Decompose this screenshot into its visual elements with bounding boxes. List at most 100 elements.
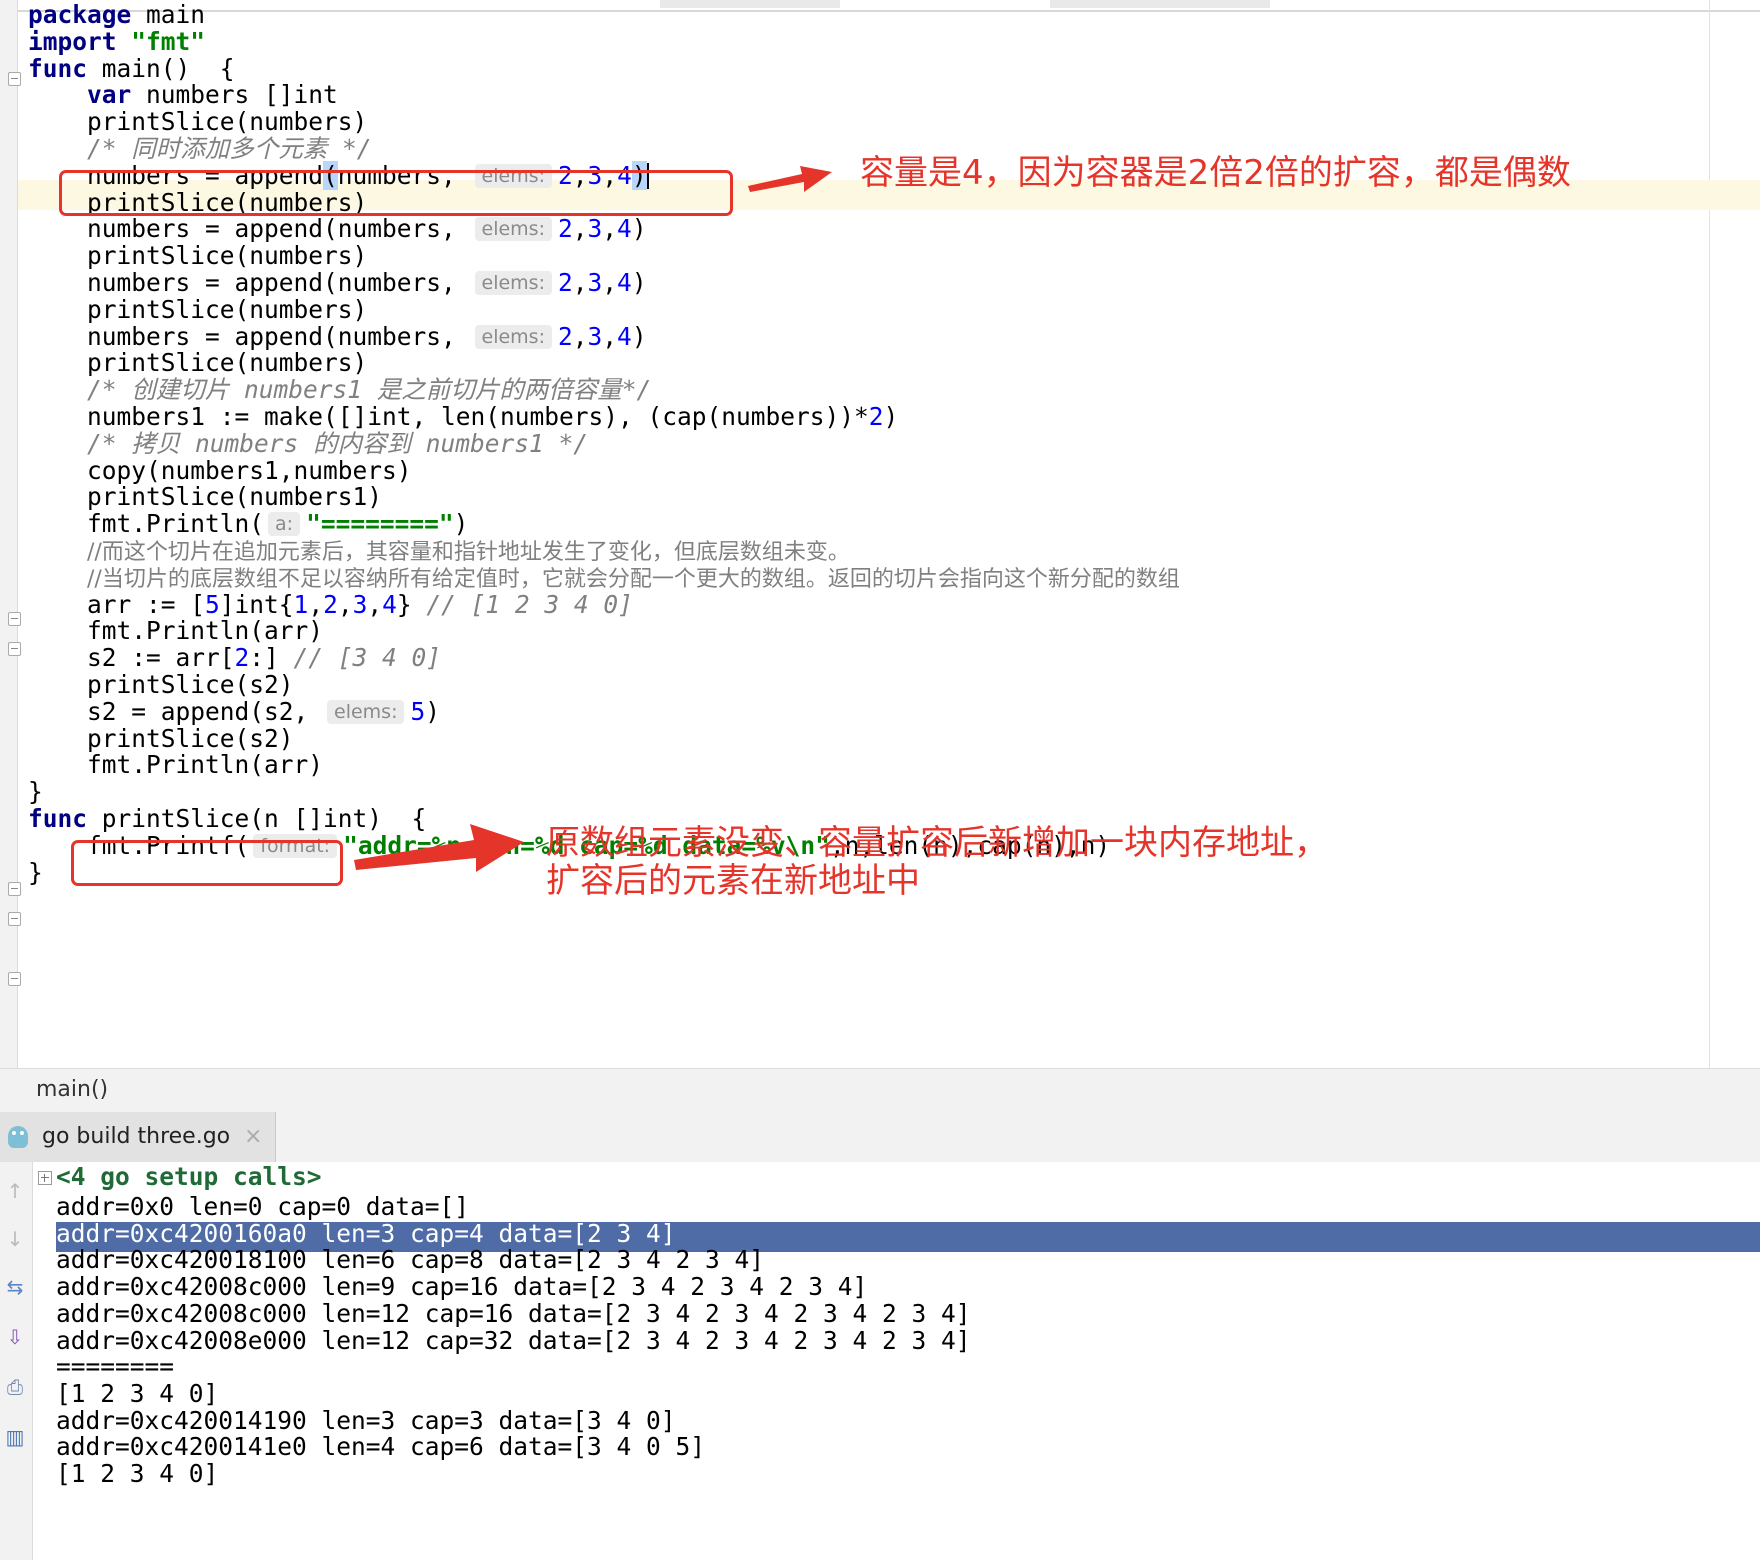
console-toolbar: ↑ ↓ ⇆ ⇩ ⎙ ▥ bbox=[0, 1162, 33, 1560]
print-icon[interactable]: ⎙ bbox=[4, 1376, 26, 1398]
setup-calls-toggle[interactable]: <4 go setup calls> bbox=[56, 1162, 322, 1192]
code-token: fmt.Println( bbox=[28, 509, 265, 539]
console-line[interactable]: addr=0xc420014190 len=3 cap=3 data=[3 4 … bbox=[56, 1406, 676, 1436]
code-editor[interactable]: package main import "fmt" func main() { va… bbox=[0, 0, 1760, 1068]
code-line[interactable]: printSlice(s2) bbox=[28, 670, 294, 700]
code-line[interactable]: printSlice(numbers) bbox=[28, 348, 367, 378]
code-line[interactable]: /* 拷贝 numbers 的内容到 numbers1 */ bbox=[28, 429, 588, 459]
code-token: "========" bbox=[306, 509, 454, 539]
code-token: , bbox=[308, 589, 324, 619]
code-token: :] bbox=[249, 643, 294, 673]
code-token: } bbox=[396, 589, 427, 619]
code-line[interactable]: copy(numbers1,numbers) bbox=[28, 456, 412, 486]
down-arrow-icon[interactable]: ↓ bbox=[4, 1228, 26, 1250]
code-token: func bbox=[28, 53, 88, 83]
code-line[interactable]: /* 同时添加多个元素 */ bbox=[28, 134, 372, 164]
code-line[interactable]: printSlice(s2) bbox=[28, 724, 294, 754]
fold-marker-icon[interactable] bbox=[8, 72, 21, 86]
code-line[interactable]: printSlice(numbers) bbox=[28, 241, 367, 271]
code-line[interactable]: s2 = append(s2, elems: 5) bbox=[28, 697, 440, 727]
code-line[interactable]: arr := [5]int{1,2,3,4} // [1 2 3 4 0] bbox=[28, 590, 633, 620]
trash-icon[interactable]: ▥ bbox=[4, 1426, 26, 1448]
close-icon[interactable]: × bbox=[244, 1124, 262, 1149]
code-line[interactable]: numbers = append(numbers, elems: 2,3,4) bbox=[28, 322, 647, 352]
code-token: ) bbox=[453, 509, 469, 539]
code-line[interactable]: //而这个切片在追加元素后，其容量和指针地址发生了变化，但底层数组未变。 bbox=[28, 536, 850, 566]
code-line[interactable]: /* 创建切片 numbers1 是之前切片的两倍容量*/ bbox=[28, 375, 651, 405]
console-line[interactable]: ======== bbox=[56, 1352, 174, 1382]
code-token: var bbox=[87, 80, 132, 110]
code-line[interactable]: fmt.Println(arr) bbox=[28, 750, 323, 780]
console-line[interactable]: addr=0xc42008c000 len=12 cap=16 data=[2 … bbox=[56, 1299, 971, 1329]
breadcrumb[interactable]: main() bbox=[0, 1068, 1760, 1114]
fold-marker-icon[interactable] bbox=[8, 612, 21, 626]
code-token: main() { bbox=[87, 53, 235, 83]
code-line[interactable]: numbers = append(numbers, elems: 2,3,4) bbox=[28, 214, 647, 244]
code-token: , bbox=[572, 214, 588, 244]
code-line[interactable]: printSlice(numbers) bbox=[28, 295, 367, 325]
fold-marker-icon[interactable] bbox=[8, 912, 21, 926]
code-token: numbers []int bbox=[131, 80, 338, 110]
code-line[interactable]: } bbox=[28, 858, 43, 888]
run-tab[interactable]: go build three.go × bbox=[0, 1112, 276, 1162]
fold-marker-icon[interactable] bbox=[8, 642, 21, 656]
code-line[interactable]: import "fmt" bbox=[28, 27, 205, 57]
gopher-icon bbox=[8, 1126, 28, 1148]
code-token: ) bbox=[883, 402, 899, 431]
array-annotation-line1: 原数组元素没变、容量扩容后新增加一块内存地址， bbox=[546, 823, 1328, 863]
code-line[interactable]: printSlice(numbers1) bbox=[28, 482, 382, 512]
code-token: package bbox=[28, 0, 132, 29]
console-line[interactable]: addr=0xc4200160a0 len=3 cap=4 data=[2 3 … bbox=[56, 1219, 676, 1249]
code-line[interactable]: fmt.Println(a: "========") bbox=[28, 509, 468, 539]
fold-marker-icon[interactable] bbox=[8, 972, 21, 986]
breadcrumb-item[interactable]: main() bbox=[36, 1077, 108, 1102]
code-token: , bbox=[572, 321, 588, 351]
up-arrow-icon[interactable]: ↑ bbox=[4, 1180, 26, 1202]
console-line[interactable]: addr=0x0 len=0 cap=0 data=[] bbox=[56, 1192, 469, 1222]
code-token: // [3 4 0] bbox=[293, 643, 442, 673]
println-highlight-box bbox=[71, 840, 343, 886]
code-token: arr := [ bbox=[28, 589, 206, 619]
code-line[interactable]: //当切片的底层数组不足以容纳所有给定值时，它就会分配一个更大的数组。返回的切片… bbox=[28, 563, 1180, 593]
console-line[interactable]: addr=0xc42008e000 len=12 cap=32 data=[2 … bbox=[56, 1326, 971, 1356]
code-line[interactable]: func main() { bbox=[28, 54, 235, 84]
code-token: , bbox=[602, 268, 618, 297]
code-token: numbers = append(numbers, bbox=[28, 268, 471, 297]
code-line[interactable]: fmt.Println(arr) bbox=[28, 616, 323, 646]
console-line[interactable]: addr=0xc4200141e0 len=4 cap=6 data=[3 4 … bbox=[56, 1432, 705, 1462]
code-line[interactable]: s2 := arr[2:] // [3 4 0] bbox=[28, 643, 441, 673]
console-line[interactable]: [1 2 3 4 0] bbox=[56, 1379, 218, 1409]
code-line[interactable]: var numbers []int bbox=[28, 80, 338, 110]
run-console[interactable]: ↑ ↓ ⇆ ⇩ ⎙ ▥ <4 go setup calls> addr=0x0 … bbox=[0, 1162, 1760, 1560]
code-token: printSlice(numbers1) bbox=[28, 482, 383, 512]
run-tab-label: go build three.go bbox=[42, 1124, 231, 1149]
code-line[interactable]: numbers1 := make([]int, len(numbers), (c… bbox=[28, 402, 898, 432]
console-line[interactable]: addr=0xc420018100 len=6 cap=8 data=[2 3 … bbox=[56, 1245, 764, 1275]
code-token: 3 bbox=[587, 268, 603, 297]
code-token: , bbox=[337, 589, 353, 619]
soft-wrap-icon[interactable]: ⇆ bbox=[4, 1276, 26, 1298]
code-token: numbers1 := make([]int, len(numbers), (c… bbox=[28, 402, 869, 431]
scroll-to-end-icon[interactable]: ⇩ bbox=[4, 1326, 26, 1348]
code-token: "fmt" bbox=[131, 26, 206, 56]
console-line[interactable]: [1 2 3 4 0] bbox=[56, 1459, 218, 1489]
code-token: fmt.Println(arr) bbox=[28, 750, 324, 780]
editor-tab-strip bbox=[0, 0, 1760, 12]
code-token: printSlice(s2) bbox=[28, 670, 294, 699]
code-token: /* 同时添加多个元素 */ bbox=[87, 134, 372, 163]
fold-marker-icon[interactable] bbox=[8, 882, 21, 896]
console-line[interactable]: addr=0xc42008c000 len=9 cap=16 data=[2 3… bbox=[56, 1272, 867, 1302]
code-token: func bbox=[28, 804, 88, 833]
code-line[interactable]: package main bbox=[28, 0, 205, 30]
code-line[interactable]: numbers = append(numbers, elems: 2,3,4) bbox=[28, 268, 647, 298]
code-token: ]int{ bbox=[219, 589, 294, 619]
code-token: , bbox=[572, 268, 588, 297]
expand-setup-calls-icon[interactable] bbox=[38, 1171, 52, 1185]
code-line[interactable]: } bbox=[28, 777, 43, 807]
code-line[interactable]: printSlice(numbers) bbox=[28, 107, 367, 137]
code-token: main bbox=[131, 0, 206, 29]
code-token: printSlice(numbers) bbox=[28, 348, 368, 378]
